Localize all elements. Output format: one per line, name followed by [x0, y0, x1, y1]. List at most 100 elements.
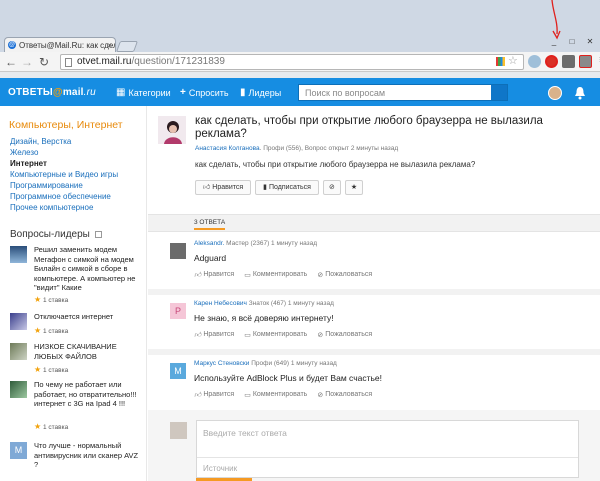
thumb-up-icon: 👍︎ — [194, 272, 202, 279]
answer-report-button[interactable]: ⊘ Пожаловаться — [317, 270, 372, 279]
leader-thumbnail: M — [10, 442, 27, 459]
reload-icon[interactable]: ↻ — [37, 55, 51, 69]
leader-question[interactable]: По чему не работает или работает, но отв… — [10, 380, 140, 432]
leaders-toggle[interactable] — [94, 230, 102, 238]
favorite-button[interactable]: ★ — [344, 180, 364, 195]
star-icon: ★ — [34, 422, 42, 431]
site-header: ОТВЕТЫ@mail.ru ▦ Категории + Спросить ▮ … — [0, 78, 600, 106]
answer-divider — [148, 349, 600, 355]
category-item-active[interactable]: Интернет — [10, 158, 118, 169]
address-bar[interactable]: otvet.mail.ru/question/171231839 — [60, 54, 524, 70]
answer-like-label: Нравится — [203, 271, 235, 278]
category-title[interactable]: Компьютеры, Интернет — [9, 119, 123, 131]
category-item[interactable]: Программное обеспечение — [10, 191, 118, 202]
answer-like-button[interactable]: 👍︎ Нравится — [194, 270, 234, 279]
category-item[interactable]: Программирование — [10, 180, 118, 191]
nav-categories[interactable]: ▦ Категории — [116, 87, 171, 98]
answer-comment-button[interactable]: ▭ Комментировать — [244, 390, 307, 399]
answer-item: Р Карен Небесович Знаток (467) 1 минуту … — [148, 300, 600, 348]
answer-avatar[interactable] — [170, 243, 186, 259]
comment-icon: ▭ — [244, 391, 251, 399]
leader-stake: ★ 1 ставка — [34, 365, 68, 374]
answer-comment-button[interactable]: ▭ Комментировать — [244, 270, 307, 279]
gift-extension-icon[interactable] — [579, 55, 592, 68]
answer-report-label: Пожаловаться — [325, 391, 373, 398]
bars-icon: ▮ — [240, 87, 246, 98]
close-window-button[interactable]: ✕ — [582, 37, 598, 47]
search-input[interactable]: Поиск по вопросам — [298, 84, 508, 101]
mail-favicon-icon: @ — [8, 41, 16, 49]
question-author[interactable]: Анастасия Колганова — [195, 145, 260, 152]
tab-answers[interactable]: 3 ОТВЕТА — [194, 219, 226, 230]
bookmark-star-icon[interactable]: ☆ — [508, 56, 518, 67]
leader-question[interactable]: Решил заменить модем Мегафон с симкой на… — [10, 245, 140, 305]
category-item[interactable]: Железо — [10, 147, 118, 158]
reply-textarea[interactable]: Введите текст ответа — [203, 428, 287, 438]
answer-author[interactable]: Aleksandr. — [194, 240, 224, 247]
subscribe-button[interactable]: ▮ Подписаться — [255, 180, 319, 195]
answer-actions: 👍︎ Нравится ▭ Комментировать ⊘ Пожаловаться — [194, 270, 372, 279]
menu-icon[interactable]: ≡ — [596, 55, 600, 68]
leader-thumbnail — [10, 343, 27, 360]
user-avatar[interactable] — [548, 86, 562, 100]
nav-ask-label: Спросить — [188, 87, 229, 98]
bell-icon[interactable] — [574, 86, 586, 100]
question-author-avatar[interactable] — [158, 116, 186, 144]
answer-like-button[interactable]: 👍︎ Нравится — [194, 390, 234, 399]
category-item[interactable]: Дизайн, Верстка — [10, 136, 118, 147]
search-button[interactable] — [491, 85, 507, 100]
answer-avatar[interactable]: Р — [170, 303, 186, 319]
site-logo[interactable]: ОТВЕТЫ@mail.ru — [8, 87, 96, 98]
cloud-extension-icon[interactable] — [528, 55, 541, 68]
forward-arrow-icon[interactable]: → — [20, 55, 34, 69]
leader-question[interactable]: Отключается интернет ★ 1 ставка — [10, 312, 140, 336]
answer-divider — [148, 289, 600, 295]
reply-area: Введите текст ответа Источник — [148, 410, 600, 481]
thumb-up-icon: 👍︎ — [203, 184, 211, 191]
comment-icon: ▭ — [244, 271, 251, 279]
category-item[interactable]: Компьютерные и Видео игры — [10, 169, 118, 180]
leaders-heading: Вопросы-лидеры — [10, 229, 102, 240]
answer-comment-label: Комментировать — [252, 271, 308, 278]
comment-icon: ▭ — [244, 331, 251, 339]
leader-thumbnail — [10, 313, 27, 330]
answer-meta: Карен Небесович Знаток (467) 1 минуту на… — [194, 300, 334, 307]
browser-tab[interactable]: @ Ответы@Mail.Ru: как сдела × — [4, 37, 116, 53]
leader-question[interactable]: M Что лучше - нормальный антивирусник ил… — [10, 441, 140, 481]
block-icon: ⊘ — [328, 184, 335, 191]
adblock-extension-icon[interactable] — [545, 55, 558, 68]
answer-report-button[interactable]: ⊘ Пожаловаться — [317, 330, 372, 339]
avatar-picture-icon — [158, 116, 186, 144]
leader-question-text[interactable]: Решил заменить модем Мегафон с симкой на… — [34, 245, 142, 293]
page-icon — [65, 58, 72, 67]
nav-leaders[interactable]: ▮ Лидеры — [240, 87, 281, 98]
answer-like-button[interactable]: 👍︎ Нравится — [194, 330, 234, 339]
maximize-button[interactable]: □ — [564, 37, 580, 47]
source-input[interactable]: Источник — [197, 457, 578, 478]
nav-ask[interactable]: + Спросить — [180, 87, 229, 98]
leader-question[interactable]: НИЗКОЕ СКАЧИВАНИЕ ЛЮБЫХ ФАЙЛОВ ★ 1 ставк… — [10, 342, 140, 374]
back-arrow-icon[interactable]: ← — [4, 55, 18, 69]
like-button[interactable]: 👍︎ Нравится — [195, 180, 252, 195]
answer-avatar[interactable]: М — [170, 363, 186, 379]
answer-report-button[interactable]: ⊘ Пожаловаться — [317, 390, 372, 399]
question-title: как сделать, чтобы при открытие любого б… — [195, 115, 543, 140]
camera-extension-icon[interactable] — [562, 55, 575, 68]
current-user-avatar — [170, 422, 187, 439]
leader-question-text[interactable]: НИЗКОЕ СКАЧИВАНИЕ ЛЮБЫХ ФАЙЛОВ — [34, 342, 142, 361]
answer-comment-button[interactable]: ▭ Комментировать — [244, 330, 307, 339]
leader-question-text[interactable]: Что лучше - нормальный антивирусник или … — [34, 441, 142, 470]
block-button[interactable]: ⊘ — [322, 180, 341, 195]
logo-at: @ — [52, 87, 63, 98]
answer-author[interactable]: Маркус Стеновски — [194, 360, 249, 367]
apps-icon[interactable] — [496, 57, 505, 66]
leader-stake-label: 1 ставка — [42, 297, 69, 304]
leader-question-text[interactable]: По чему не работает или работает, но отв… — [34, 380, 142, 409]
answer-author[interactable]: Карен Небесович — [194, 300, 247, 307]
answer-item: Aleksandr. Мастер (2367) 1 минуту назад … — [148, 240, 600, 288]
category-item[interactable]: Прочее компьютерное — [10, 202, 118, 213]
close-tab-icon[interactable]: × — [107, 41, 112, 50]
new-tab-button[interactable] — [115, 41, 139, 52]
leader-question-text[interactable]: Отключается интернет — [34, 312, 142, 322]
answer-item: М Маркус Стеновски Профи (649) 1 минуту … — [148, 360, 600, 408]
